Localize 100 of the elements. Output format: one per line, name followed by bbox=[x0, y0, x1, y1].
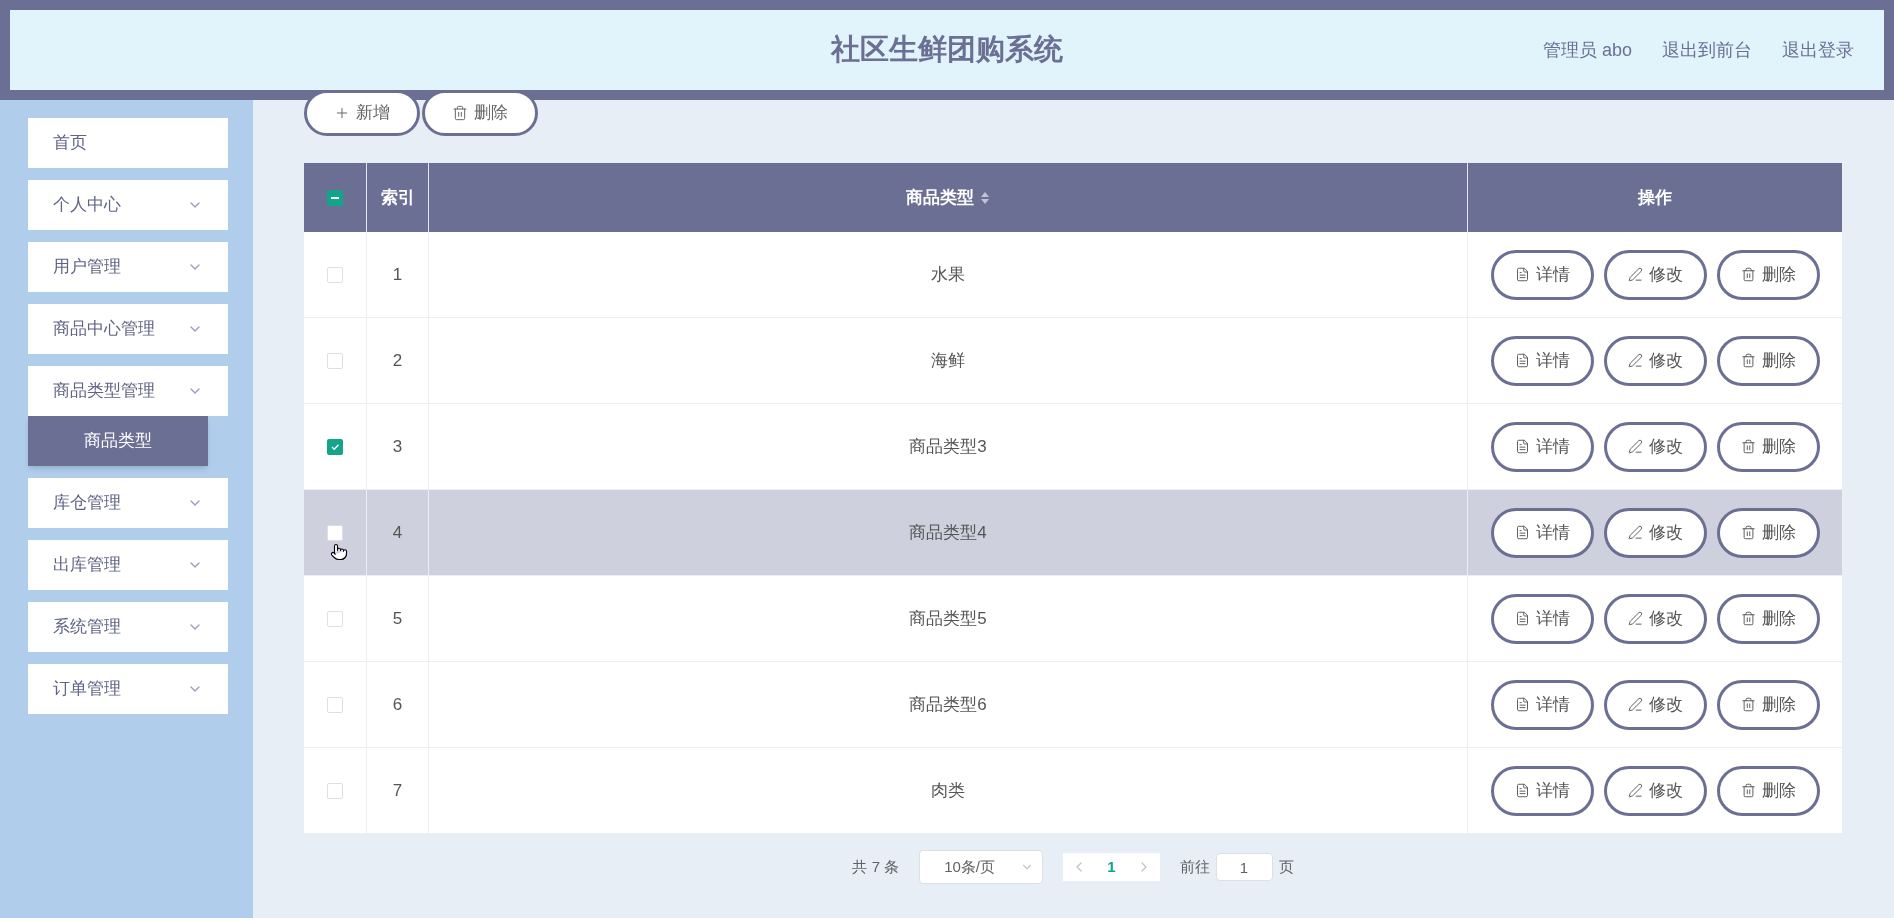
trash-icon bbox=[1740, 783, 1756, 798]
table-cell-text: 商品类型6 bbox=[909, 693, 987, 716]
detail-button[interactable]: 详情 bbox=[1490, 679, 1594, 730]
menu-label: 个人中心 bbox=[53, 194, 121, 217]
edit-button[interactable]: 修改 bbox=[1603, 507, 1707, 558]
menu-label: 订单管理 bbox=[53, 678, 121, 701]
menu-label: 库仓管理 bbox=[53, 492, 121, 515]
trash-icon bbox=[1740, 525, 1756, 540]
menu-item[interactable]: 商品类型管理 bbox=[28, 366, 228, 416]
row-checkbox[interactable] bbox=[327, 438, 343, 455]
hand-cursor-icon bbox=[330, 542, 348, 562]
page-size-select[interactable]: 10条/页 bbox=[919, 850, 1044, 884]
menu-item[interactable]: 出库管理 bbox=[28, 540, 228, 590]
document-icon bbox=[1514, 439, 1530, 454]
pencil-icon bbox=[1627, 525, 1643, 540]
header-link[interactable]: 退出到前台 bbox=[1662, 36, 1752, 64]
plus-icon bbox=[334, 105, 350, 121]
pencil-icon bbox=[1627, 267, 1643, 282]
table-cell-text: 4 bbox=[392, 521, 403, 544]
document-icon bbox=[1514, 525, 1530, 540]
detail-button[interactable]: 详情 bbox=[1490, 765, 1594, 816]
table-cell-text: 5 bbox=[392, 607, 403, 630]
trash-icon bbox=[1740, 697, 1756, 712]
table-cell-text: 7 bbox=[392, 779, 403, 802]
detail-button[interactable]: 详情 bbox=[1490, 593, 1594, 644]
row-checkbox[interactable] bbox=[327, 352, 343, 369]
header-link[interactable]: 退出登录 bbox=[1782, 36, 1854, 64]
header-link[interactable]: 管理员 abo bbox=[1542, 36, 1632, 64]
row-checkbox[interactable] bbox=[327, 610, 343, 627]
table-cell-text: 1 bbox=[392, 263, 403, 286]
row-checkbox[interactable] bbox=[327, 524, 343, 541]
pencil-icon bbox=[1627, 353, 1643, 368]
menu-label: 商品类型管理 bbox=[53, 380, 155, 403]
edit-button[interactable]: 修改 bbox=[1603, 593, 1707, 644]
pencil-icon bbox=[1627, 783, 1643, 798]
delete-button[interactable]: 删除 bbox=[1716, 679, 1820, 730]
menu-item[interactable]: 订单管理 bbox=[28, 664, 228, 714]
document-icon bbox=[1514, 267, 1530, 282]
delete-button[interactable]: 删除 bbox=[1716, 421, 1820, 472]
menu-item[interactable]: 系统管理 bbox=[28, 602, 228, 652]
table-cell-text: 肉类 bbox=[931, 779, 965, 802]
menu-item[interactable]: 首页 bbox=[28, 118, 228, 168]
row-checkbox[interactable] bbox=[327, 696, 343, 713]
detail-button[interactable]: 详情 bbox=[1490, 335, 1594, 386]
menu-label: 商品中心管理 bbox=[53, 318, 155, 341]
menu-label: 首页 bbox=[53, 132, 87, 155]
table-cell-text: 水果 bbox=[931, 263, 965, 286]
menu-item[interactable]: 商品中心管理 bbox=[28, 304, 228, 354]
menu-item[interactable]: 库仓管理 bbox=[28, 478, 228, 528]
pencil-icon bbox=[1627, 697, 1643, 712]
trash-icon bbox=[1740, 439, 1756, 454]
add-button[interactable]: 新增 bbox=[304, 90, 420, 136]
delete-button[interactable]: 删除 bbox=[1716, 507, 1820, 558]
delete-button[interactable]: 删除 bbox=[1716, 335, 1820, 386]
menu-item[interactable]: 个人中心 bbox=[28, 180, 228, 230]
delete-button[interactable]: 删除 bbox=[1716, 765, 1820, 816]
column-header: 操作 bbox=[1638, 186, 1672, 209]
table-cell-text: 3 bbox=[392, 435, 403, 458]
pencil-icon bbox=[1627, 611, 1643, 626]
page-suffix: 页 bbox=[1278, 856, 1294, 877]
edit-button[interactable]: 修改 bbox=[1603, 249, 1707, 300]
sort-icon[interactable] bbox=[980, 190, 990, 205]
select-all-checkbox[interactable] bbox=[327, 189, 343, 206]
edit-button[interactable]: 修改 bbox=[1603, 335, 1707, 386]
menu-label: 系统管理 bbox=[53, 616, 121, 639]
trash-icon bbox=[1740, 611, 1756, 626]
document-icon bbox=[1514, 697, 1530, 712]
document-icon bbox=[1514, 353, 1530, 368]
detail-button[interactable]: 详情 bbox=[1490, 507, 1594, 558]
trash-icon bbox=[452, 105, 468, 121]
document-icon bbox=[1514, 611, 1530, 626]
delete-button[interactable]: 删除 bbox=[422, 90, 538, 136]
submenu-item[interactable]: 商品类型 bbox=[28, 416, 208, 466]
table-cell-text: 商品类型5 bbox=[909, 607, 987, 630]
goto-label: 前往 bbox=[1179, 856, 1210, 877]
app-title: 社区生鲜团购系统 bbox=[831, 32, 1063, 68]
document-icon bbox=[1514, 783, 1530, 798]
menu-item[interactable]: 用户管理 bbox=[28, 242, 228, 292]
pencil-icon bbox=[1627, 439, 1643, 454]
total-count: 共 7 条 bbox=[852, 856, 900, 877]
trash-icon bbox=[1740, 267, 1756, 282]
column-header: 商品类型 bbox=[906, 186, 974, 209]
delete-button[interactable]: 删除 bbox=[1716, 249, 1820, 300]
table-cell-text: 海鲜 bbox=[931, 349, 965, 372]
menu-label: 出库管理 bbox=[53, 554, 121, 577]
detail-button[interactable]: 详情 bbox=[1490, 249, 1594, 300]
table-cell-text: 商品类型3 bbox=[909, 435, 987, 458]
delete-button[interactable]: 删除 bbox=[1716, 593, 1820, 644]
edit-button[interactable]: 修改 bbox=[1603, 421, 1707, 472]
row-checkbox[interactable] bbox=[327, 782, 343, 799]
edit-button[interactable]: 修改 bbox=[1603, 765, 1707, 816]
menu-label: 用户管理 bbox=[53, 256, 121, 279]
edit-button[interactable]: 修改 bbox=[1603, 679, 1707, 730]
trash-icon bbox=[1740, 353, 1756, 368]
page-input[interactable]: 1 bbox=[1215, 853, 1273, 881]
row-checkbox[interactable] bbox=[327, 266, 343, 283]
detail-button[interactable]: 详情 bbox=[1490, 421, 1594, 472]
table-cell-text: 2 bbox=[392, 349, 403, 372]
table-cell-text: 商品类型4 bbox=[909, 521, 987, 544]
table-cell-text: 6 bbox=[392, 693, 403, 716]
